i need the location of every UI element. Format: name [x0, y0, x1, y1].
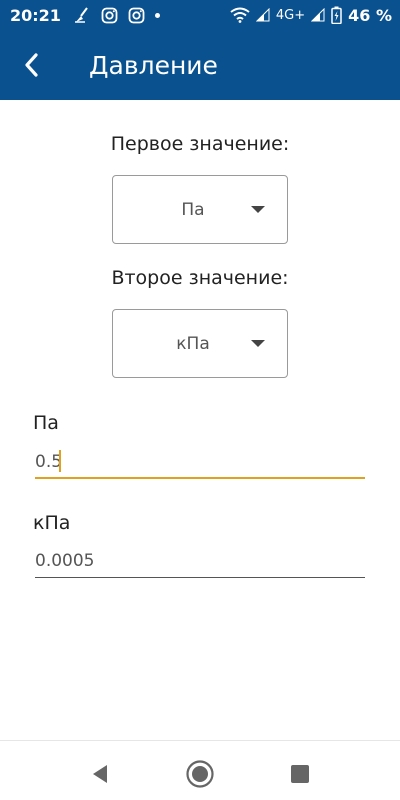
second-unit-value: кПа — [176, 333, 210, 354]
back-arrow-icon — [25, 53, 38, 77]
signal-icon — [255, 8, 270, 22]
page-title: Давление — [89, 50, 218, 80]
output-field-label: кПа — [33, 512, 71, 534]
input-value-field[interactable] — [35, 449, 365, 475]
first-unit-label: Первое значение: — [110, 133, 290, 155]
text-cursor — [59, 450, 61, 472]
home-circle-icon — [186, 760, 214, 788]
output-value-field[interactable] — [35, 548, 365, 574]
recents-square-icon — [291, 765, 309, 783]
input-field[interactable] — [35, 449, 365, 479]
battery-percent: 46 % — [348, 5, 392, 25]
output-field[interactable] — [35, 548, 365, 578]
status-notification-icons — [73, 6, 160, 24]
signal-icon — [311, 8, 325, 22]
system-nav-bar — [0, 740, 400, 800]
app-bar: Давление — [0, 30, 400, 100]
status-bar: 20:21 4G+ 46 % — [0, 0, 400, 30]
chevron-down-icon — [251, 206, 265, 213]
second-unit-label: Второе значение: — [111, 267, 289, 289]
instagram-icon — [101, 7, 118, 24]
back-button[interactable] — [0, 30, 64, 100]
network-type: 4G+ — [275, 7, 306, 23]
chevron-down-icon — [251, 340, 265, 347]
output-underline — [35, 577, 365, 578]
input-underline — [35, 477, 365, 479]
wifi-icon — [230, 7, 250, 23]
first-unit-select[interactable]: Па — [112, 175, 288, 244]
nav-back-button[interactable] — [85, 759, 115, 789]
broom-icon — [73, 6, 91, 24]
status-system-icons: 4G+ 46 % — [230, 6, 392, 25]
second-unit-select[interactable]: кПа — [112, 309, 288, 378]
input-field-label: Па — [33, 412, 59, 434]
battery-charging-icon — [331, 6, 342, 24]
first-unit-value: Па — [181, 199, 205, 220]
instagram-icon — [128, 7, 145, 24]
status-time: 20:21 — [10, 5, 61, 25]
notification-dot-icon — [154, 12, 160, 18]
back-triangle-icon — [93, 765, 107, 783]
nav-home-button[interactable] — [185, 759, 215, 789]
nav-recents-button[interactable] — [285, 759, 315, 789]
